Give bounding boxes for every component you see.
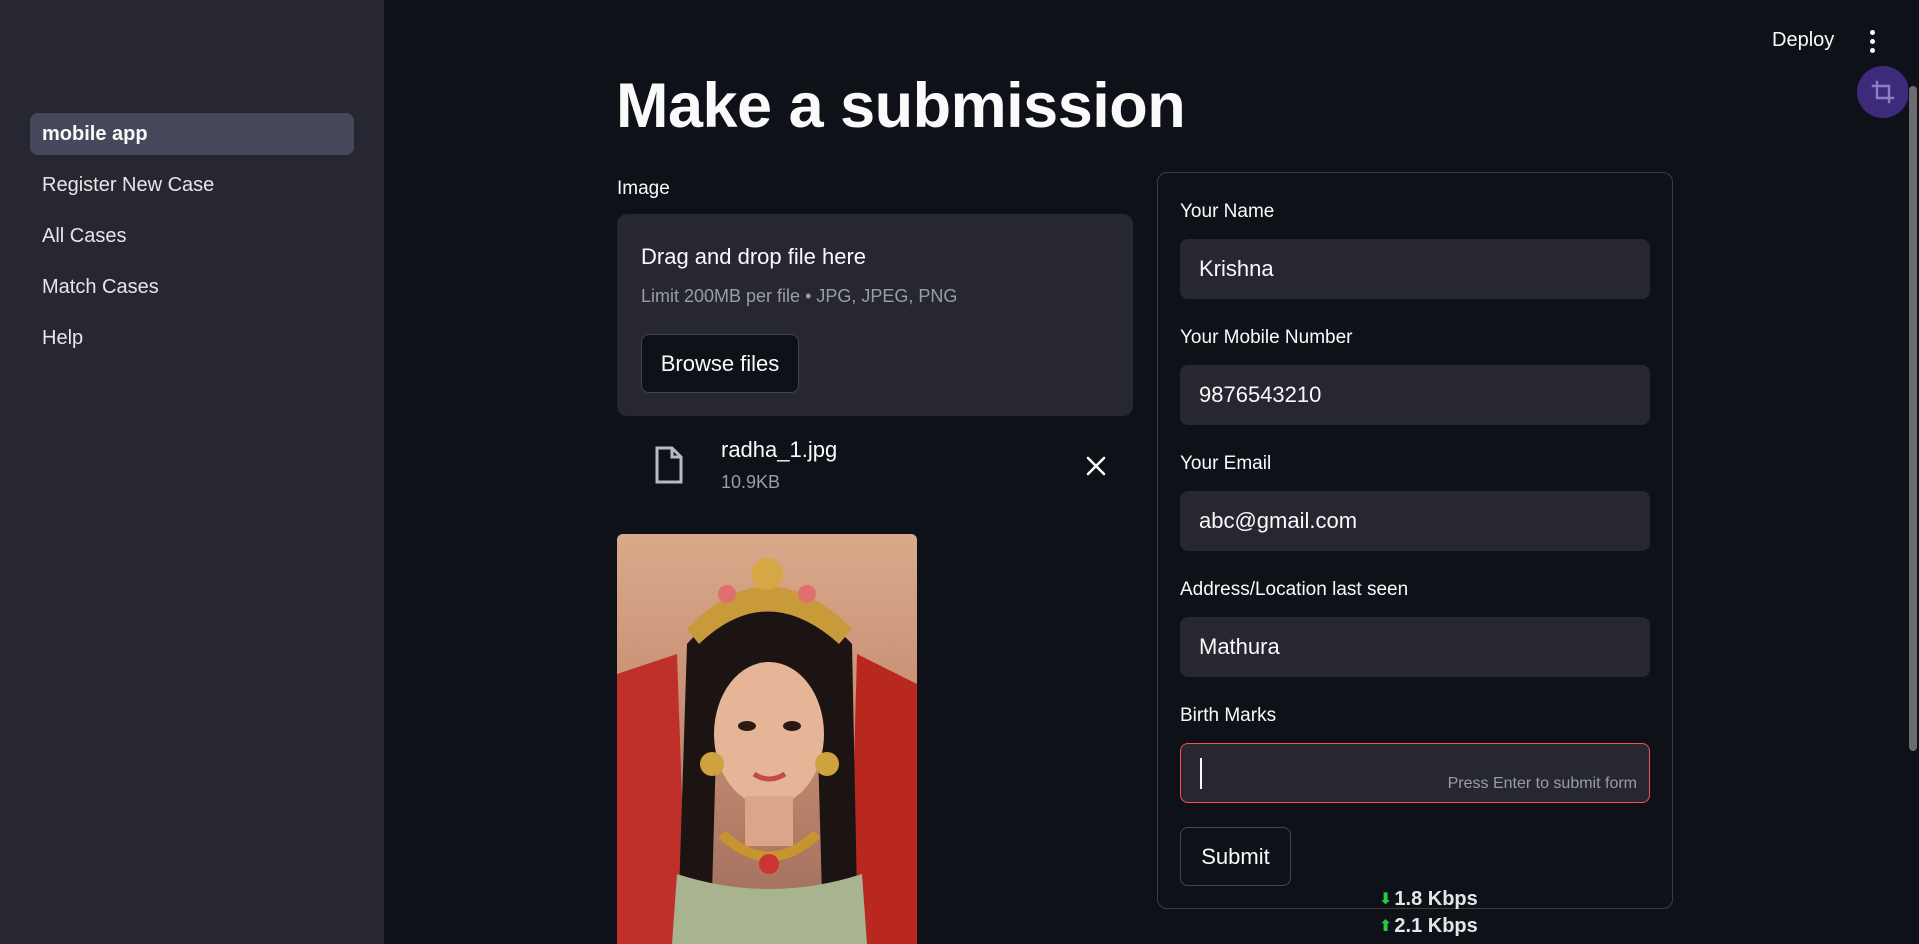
name-field-label: Your Name <box>1180 201 1275 222</box>
download-speed: 1.8 Kbps <box>1394 888 1478 910</box>
sidebar-item-all-cases[interactable]: All Cases <box>30 215 354 257</box>
crop-icon[interactable] <box>1857 66 1909 118</box>
email-field-label: Your Email <box>1180 453 1272 474</box>
kebab-menu-icon[interactable] <box>1860 26 1884 56</box>
image-field-label: Image <box>617 178 670 199</box>
image-preview <box>617 534 917 944</box>
birth-marks-input[interactable]: Press Enter to submit form <box>1180 743 1650 803</box>
uploaded-file-name: radha_1.jpg <box>721 437 838 462</box>
page-title: Make a submission <box>616 71 1186 141</box>
sidebar-item-mobile-app[interactable]: mobile app <box>30 113 354 155</box>
file-dropzone[interactable]: Drag and drop file here Limit 200MB per … <box>617 214 1133 416</box>
app-root: mobile app Register New Case All Cases M… <box>0 0 1919 944</box>
name-input[interactable]: Krishna <box>1180 239 1650 299</box>
mobile-input[interactable]: 9876543210 <box>1180 365 1650 425</box>
arrow-up-icon: ⬆ <box>1379 918 1393 935</box>
submission-form: Your Name Krishna Your Mobile Number 987… <box>1157 172 1673 909</box>
mobile-field-label: Your Mobile Number <box>1180 327 1353 348</box>
press-enter-hint: Press Enter to submit form <box>1447 775 1637 792</box>
address-input[interactable]: Mathura <box>1180 617 1650 677</box>
sidebar-item-match-cases[interactable]: Match Cases <box>30 266 354 308</box>
birth-marks-field-label: Birth Marks <box>1180 705 1277 726</box>
sidebar: mobile app Register New Case All Cases M… <box>0 0 384 944</box>
submit-button[interactable]: Submit <box>1180 827 1291 886</box>
text-caret <box>1200 758 1202 789</box>
sidebar-item-help[interactable]: Help <box>30 317 354 359</box>
browse-files-button[interactable]: Browse files <box>641 334 799 393</box>
dropzone-title: Drag and drop file here <box>641 244 867 269</box>
scrollbar-thumb[interactable] <box>1909 86 1917 751</box>
arrow-down-icon: ⬇ <box>1379 891 1393 908</box>
deploy-button[interactable]: Deploy <box>1758 24 1848 56</box>
address-field-label: Address/Location last seen <box>1180 579 1409 600</box>
upload-speed: 2.1 Kbps <box>1394 915 1478 937</box>
uploaded-file-row: radha_1.jpg 10.9KB <box>617 436 1133 502</box>
email-input[interactable]: abc@gmail.com <box>1180 491 1650 551</box>
sidebar-item-register-new-case[interactable]: Register New Case <box>30 164 354 206</box>
network-speed-overlay: ⬇ 1.8 Kbps ⬆ 2.1 Kbps <box>1379 886 1478 940</box>
dropzone-limit-text: Limit 200MB per file • JPG, JPEG, PNG <box>641 286 958 306</box>
close-icon[interactable] <box>1082 452 1110 480</box>
uploaded-file-size: 10.9KB <box>721 472 781 492</box>
sidebar-nav: mobile app Register New Case All Cases M… <box>30 113 354 368</box>
file-icon <box>655 446 683 484</box>
